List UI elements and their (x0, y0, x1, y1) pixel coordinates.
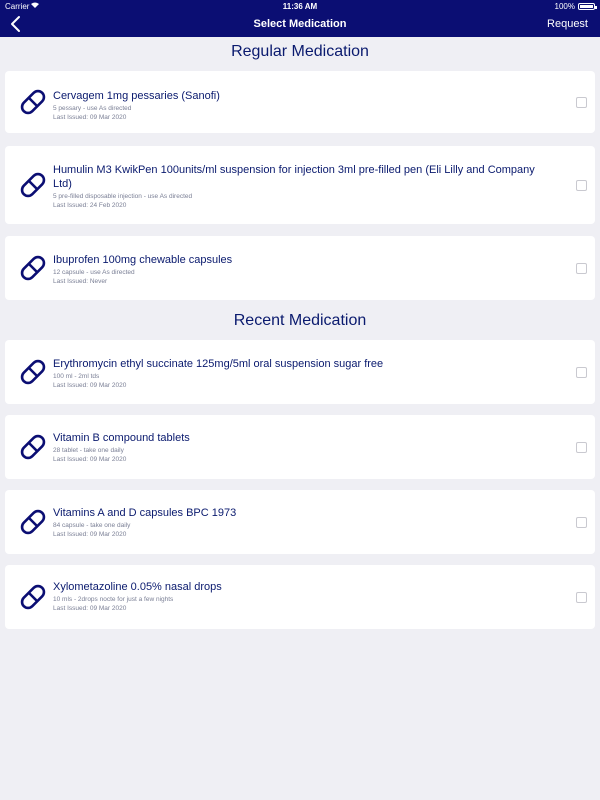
medication-name: Erythromycin ethyl succinate 125mg/5ml o… (53, 358, 384, 370)
medication-card[interactable]: Vitamin B compound tablets 28 tablet - ta… (5, 415, 595, 479)
section-title-regular: Regular Medication (231, 43, 369, 60)
last-issued: Last Issued: 24 Feb 2020 (53, 202, 127, 209)
medication-text: Xylometazoline 0.05% nasal drops 10 mls -… (53, 580, 535, 614)
medication-text: Erythromycin ethyl succinate 125mg/5ml o… (53, 357, 535, 391)
select-checkbox[interactable] (576, 262, 587, 274)
last-issued: Last Issued: 09 Mar 2020 (53, 382, 127, 389)
nav-bar: Select Medication Request (0, 12, 600, 37)
battery-percent: 100% (554, 2, 575, 11)
pill-capsule-icon (16, 85, 50, 119)
status-bar: Carrier 11:36 AM 100% (0, 0, 600, 12)
top-bar: Carrier 11:36 AM 100% Select Medication … (0, 0, 600, 37)
medication-text: Humulin M3 KwikPen 100units/ml suspensio… (53, 163, 535, 211)
last-issued: Last Issued: Never (53, 278, 108, 285)
medication-card[interactable]: Cervagem 1mg pessaries (Sanofi) 5 pessary… (5, 71, 595, 133)
medication-name: Vitamins A and D capsules BPC 1973 (53, 507, 237, 519)
medication-dose: 84 capsule - take one daily (53, 522, 131, 529)
request-button[interactable]: Request (547, 18, 588, 30)
battery-icon (578, 3, 597, 10)
medication-name: Humulin M3 KwikPen 100units/ml suspensio… (53, 164, 535, 190)
pill-capsule-icon (16, 430, 50, 464)
pill-capsule-icon (16, 505, 50, 539)
pill-capsule-icon (16, 168, 50, 202)
select-checkbox[interactable] (576, 516, 587, 528)
last-issued: Last Issued: 09 Mar 2020 (53, 605, 127, 612)
pill-capsule-icon (16, 251, 50, 285)
medication-name: Cervagem 1mg pessaries (Sanofi) (53, 90, 220, 102)
medication-name: Vitamin B compound tablets (53, 432, 190, 444)
medication-text: Vitamins A and D capsules BPC 1973 84 cap… (53, 506, 535, 540)
medication-card[interactable]: Erythromycin ethyl succinate 125mg/5ml o… (5, 340, 595, 404)
last-issued: Last Issued: 09 Mar 2020 (53, 456, 127, 463)
pill-capsule-icon (16, 580, 50, 614)
medication-card[interactable]: Ibuprofen 100mg chewable capsules 12 caps… (5, 236, 595, 300)
medication-name: Ibuprofen 100mg chewable capsules (53, 254, 233, 266)
medication-dose: 10 mls - 2drops nocte for just a few nig… (53, 596, 174, 603)
select-checkbox[interactable] (576, 179, 587, 191)
medication-card[interactable]: Humulin M3 KwikPen 100units/ml suspensio… (5, 146, 595, 224)
medication-name: Xylometazoline 0.05% nasal drops (53, 581, 222, 593)
medication-text: Vitamin B compound tablets 28 tablet - ta… (53, 431, 535, 465)
medication-text: Cervagem 1mg pessaries (Sanofi) 5 pessary… (53, 89, 535, 123)
section-title-recent: Recent Medication (233, 312, 367, 329)
medication-card[interactable]: Vitamins A and D capsules BPC 1973 84 cap… (5, 490, 595, 554)
last-issued: Last Issued: 09 Mar 2020 (53, 114, 127, 121)
select-checkbox[interactable] (576, 366, 587, 378)
last-issued: Last Issued: 09 Mar 2020 (53, 531, 127, 538)
medication-dose: 28 tablet - take one daily (53, 447, 124, 454)
medication-dose: 5 pre-filled disposable injection - use … (53, 193, 193, 200)
page-title: Select Medication (253, 18, 347, 30)
medication-dose: 5 pessary - use As directed (53, 105, 132, 112)
select-checkbox[interactable] (576, 441, 587, 453)
select-checkbox[interactable] (576, 96, 587, 108)
medication-card[interactable]: Xylometazoline 0.05% nasal drops 10 mls -… (5, 565, 595, 629)
medication-text: Ibuprofen 100mg chewable capsules 12 caps… (53, 253, 535, 287)
select-checkbox[interactable] (576, 591, 587, 603)
medication-dose: 12 capsule - use As directed (53, 269, 135, 276)
status-time: 11:36 AM (282, 2, 318, 11)
medication-dose: 100 ml - 2ml tds (53, 373, 100, 380)
pill-capsule-icon (16, 355, 50, 389)
